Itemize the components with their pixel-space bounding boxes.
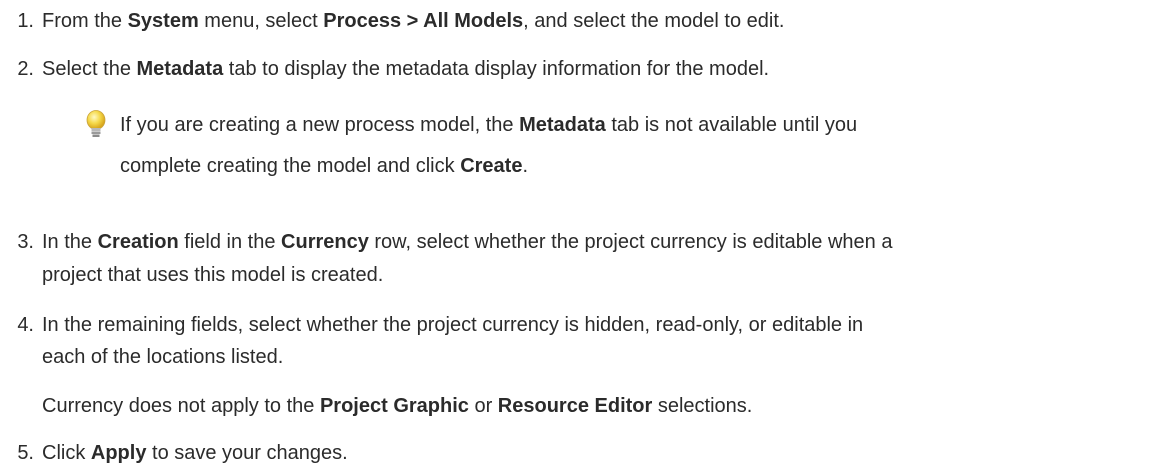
text-run: Select the bbox=[42, 58, 137, 80]
step-4-line-1: In the remaining fields, select whether … bbox=[42, 314, 863, 337]
bold-term: Creation bbox=[97, 231, 179, 253]
text-run: menu, select bbox=[198, 10, 324, 32]
text-run: In the remaining fields, select whether … bbox=[42, 314, 864, 336]
bold-term: Apply bbox=[90, 442, 147, 464]
text-run: In the bbox=[42, 231, 98, 253]
step-5-text: Click Apply to save your changes. bbox=[42, 442, 348, 465]
bold-term: Metadata bbox=[519, 114, 606, 136]
text-run: tab to display the metadata display info… bbox=[223, 58, 770, 80]
text-run: project that uses this model is created. bbox=[42, 264, 384, 286]
step-2-number: 2. bbox=[17, 58, 34, 80]
bold-term: Project Graphic bbox=[319, 395, 469, 417]
bold-term: Currency bbox=[281, 231, 369, 253]
lightbulb-icon bbox=[86, 110, 106, 137]
text-run: or bbox=[468, 395, 498, 417]
bold-term: Create bbox=[460, 155, 523, 177]
tip-line-1: If you are creating a new process model,… bbox=[120, 114, 857, 137]
text-run: complete creating the model and click bbox=[120, 155, 461, 177]
text-run: From the bbox=[42, 10, 128, 32]
step-4-line-2: each of the locations listed. bbox=[42, 346, 283, 369]
step-3-line-2: project that uses this model is created. bbox=[42, 264, 383, 287]
text-run: each of the locations listed. bbox=[42, 346, 284, 368]
text-run: , and select the model to edit. bbox=[523, 10, 785, 32]
bold-term: System bbox=[127, 10, 199, 32]
text-run: selections. bbox=[652, 395, 753, 417]
text-run: If you are creating a new process model,… bbox=[120, 114, 520, 136]
step-5-number: 5. bbox=[17, 442, 34, 464]
text-run: tab is not available until you bbox=[605, 114, 858, 136]
tip-line-2: complete creating the model and click Cr… bbox=[120, 155, 528, 178]
bold-term: Resource Editor bbox=[497, 395, 653, 417]
bold-term: Metadata bbox=[136, 58, 224, 80]
text-run: to save your changes. bbox=[146, 442, 348, 464]
step-3-number: 3. bbox=[17, 231, 34, 253]
note-text: Currency does not apply to the Project G… bbox=[42, 395, 752, 418]
text-run: Currency does not apply to the bbox=[42, 395, 320, 417]
text-run: field in the bbox=[178, 231, 282, 253]
step-4-number: 4. bbox=[17, 314, 34, 336]
bold-term: Process > All Models bbox=[323, 10, 524, 32]
step-1-text: From the System menu, select Process > A… bbox=[42, 10, 784, 33]
step-2-text: Select the Metadata tab to display the m… bbox=[42, 58, 769, 81]
text-run: row, select whether the project currency… bbox=[368, 231, 893, 253]
step-3-line-1: In the Creation field in the Currency ro… bbox=[42, 231, 892, 254]
step-1-number: 1. bbox=[17, 10, 34, 32]
text-run: . bbox=[522, 155, 529, 177]
text-run: Click bbox=[42, 442, 91, 464]
